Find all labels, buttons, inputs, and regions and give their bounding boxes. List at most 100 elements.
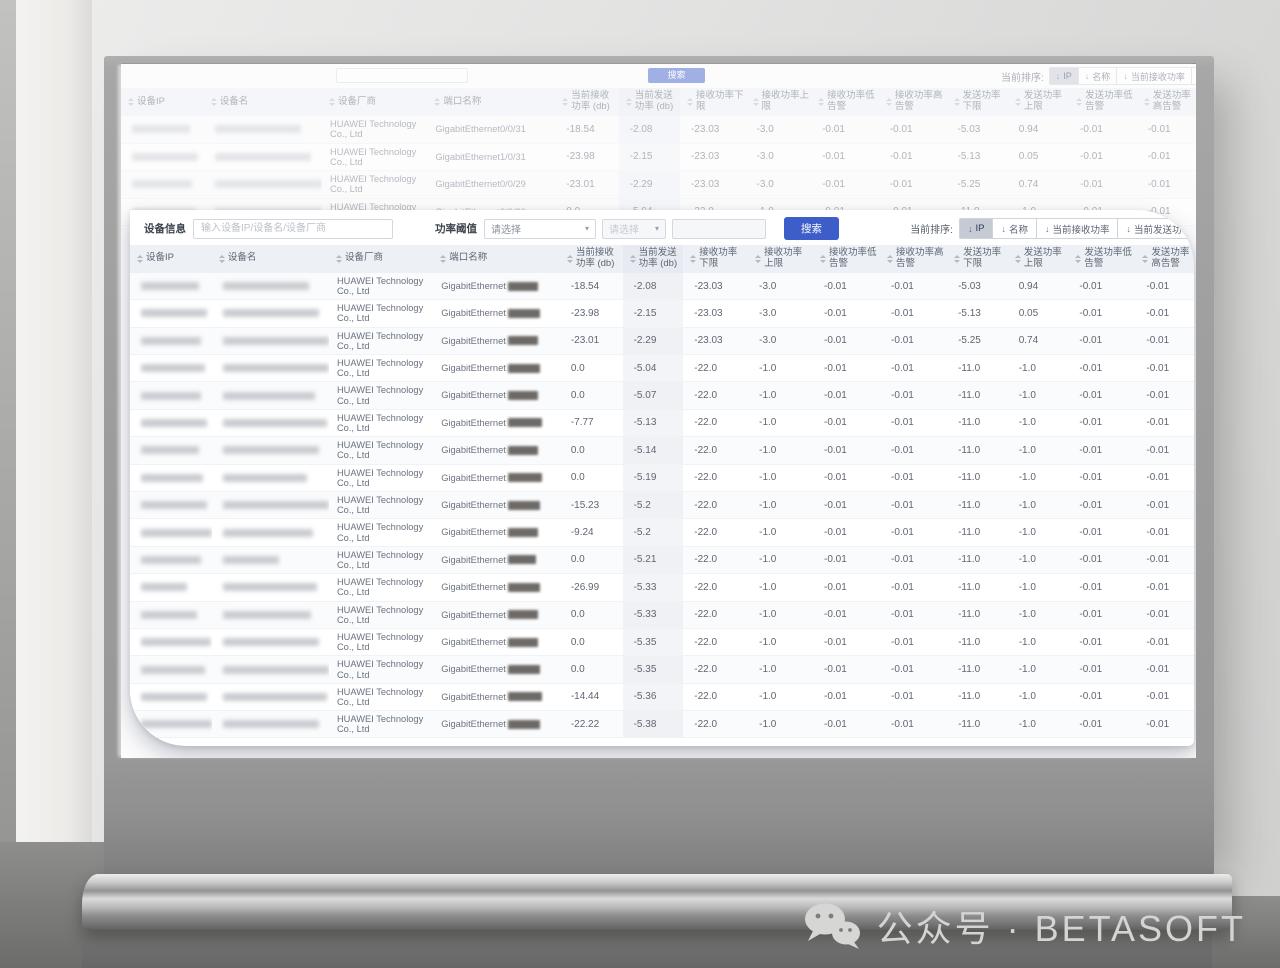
table-header: 设备IP 设备名 设备厂商端口名称当前接收功率 (db)当前发送功率 (db) 接收功… [121, 88, 1196, 116]
search-button[interactable]: 搜索 [784, 217, 839, 240]
column-header-label: 接收功率高告警 [895, 91, 945, 113]
port-cell: GigabitEthernet [433, 602, 560, 628]
vendor-cell: HUAWEI Technology Co., Ltd [329, 547, 433, 573]
sort-option-当前接收功率[interactable]: ↓当前接收功率 [1036, 219, 1118, 238]
column-header-label: 接收功率下限 [696, 91, 744, 113]
column-header[interactable]: 发送功率下限 [947, 88, 1008, 116]
redacted-ip [141, 556, 201, 564]
redacted-ip [132, 180, 192, 188]
vendor-cell: HUAWEI Technology Co., Ltd [329, 656, 433, 682]
column-header[interactable]: 发送功率高告警 [1137, 88, 1196, 116]
redacted-name [223, 282, 309, 290]
table-cell: -2.15 [619, 144, 680, 171]
table-cell-device-name [212, 328, 329, 354]
table-cell: -11.0 [947, 382, 1008, 408]
column-header[interactable]: 接收功率低告警 [813, 245, 880, 273]
table-cell: -0.01 [880, 328, 947, 354]
column-header[interactable]: 当前发送功率 (db) [619, 88, 680, 116]
sort-option-ip[interactable]: ↓IP [960, 219, 992, 238]
sort-option-当前接收功率[interactable]: ↓当前接收功率 [1116, 68, 1191, 84]
table-cell: -1.0 [748, 355, 813, 381]
column-header[interactable]: 设备名 [204, 88, 322, 116]
column-header-label: 发送功率下限 [963, 248, 1006, 270]
column-header[interactable]: 发送功率下限 [947, 245, 1008, 273]
column-header[interactable]: 当前接收功率 (db) [560, 245, 623, 273]
column-header[interactable]: 发送功率高告警 [1135, 245, 1194, 273]
redacted-port-suffix [508, 720, 540, 729]
table-cell-device-name [204, 116, 322, 143]
column-header-label: 接收功率上限 [764, 248, 811, 270]
column-header[interactable]: 接收功率上限 [746, 88, 812, 116]
table-cell: -5.03 [947, 116, 1008, 143]
vendor-cell: HUAWEI Technology Co., Ltd [329, 355, 433, 381]
redacted-ip [141, 583, 187, 591]
column-header[interactable]: 发送功率上限 [1008, 88, 1069, 116]
column-header[interactable]: 端口名称 [427, 88, 555, 116]
column-header[interactable]: 当前发送功率 (db) [623, 245, 684, 273]
column-header-label: 设备名 [220, 97, 249, 108]
column-header[interactable]: 设备厂商 [329, 245, 433, 273]
arrow-down-icon: ↓ [1123, 71, 1128, 81]
column-header[interactable]: 设备IP [121, 88, 204, 116]
sort-option-当前发送功率[interactable]: ↓当前发送功率 [1191, 68, 1196, 84]
column-header[interactable]: 接收功率高告警 [880, 245, 947, 273]
device-search-input[interactable] [193, 219, 393, 239]
column-header[interactable]: 端口名称 [433, 245, 560, 273]
table-cell-device-name [212, 382, 329, 408]
column-header[interactable]: 发送功率低告警 [1069, 88, 1137, 116]
table-cell: -23.03 [680, 116, 746, 143]
table-cell: -5.35 [623, 629, 684, 655]
table-cell: -0.01 [880, 519, 947, 545]
column-header[interactable]: 接收功率高告警 [879, 88, 947, 116]
column-header[interactable]: 接收功率低告警 [811, 88, 879, 116]
redacted-port-suffix [508, 501, 540, 510]
redacted-name [223, 693, 327, 701]
column-header[interactable]: 接收功率上限 [748, 245, 813, 273]
monitor: 搜索 当前排序: ↓IP↓名称↓当前接收功率↓当前发送功率 设备IP设备名设备厂… [104, 56, 1214, 876]
threshold-unit-select[interactable]: 请选择 ▾ [602, 219, 666, 239]
threshold-select[interactable]: 请选择 ▾ [484, 219, 596, 239]
sort-option-ip[interactable]: ↓IP [1050, 68, 1078, 84]
redacted-port-suffix [508, 364, 540, 373]
column-header[interactable]: 接收功率下限 [683, 245, 748, 273]
column-header[interactable]: 当前接收功率 (db) [555, 88, 618, 116]
table-row: HUAWEI Technology Co., LtdGigabitEtherne… [130, 410, 1194, 437]
redacted-ip [141, 611, 197, 619]
column-header[interactable]: 设备名 [212, 245, 329, 273]
table-cell: 0.05 [1008, 300, 1069, 326]
sort-caret-icon [753, 98, 759, 106]
table-cell: -0.01 [880, 602, 947, 628]
sort-option-名称[interactable]: ↓名称 [1078, 68, 1117, 84]
sort-label: 当前排序: [910, 221, 953, 236]
table-cell: -23.03 [683, 300, 748, 326]
column-header[interactable]: 发送功率上限 [1008, 245, 1069, 273]
column-header-label: 设备厂商 [345, 253, 383, 264]
redacted-port-suffix [508, 391, 538, 400]
table-row: HUAWEI Technology Co., LtdGigabitEtherne… [130, 382, 1194, 409]
port-name: GigabitEthernet [441, 582, 506, 592]
threshold-value-input[interactable] [672, 219, 766, 239]
column-header[interactable]: 设备IP [130, 245, 212, 273]
bg-sort-controls: 当前排序: ↓IP↓名称↓当前接收功率↓当前发送功率 [1001, 67, 1196, 85]
table-cell: -0.01 [880, 492, 947, 518]
table-cell: -1.0 [748, 410, 813, 436]
sort-caret-icon [1015, 98, 1021, 106]
sort-option-名称[interactable]: ↓名称 [992, 219, 1036, 238]
table-cell: -1.0 [748, 519, 813, 545]
table-cell: -23.03 [680, 144, 746, 171]
column-header[interactable]: 接收功率下限 [680, 88, 746, 116]
table-cell: -0.01 [1135, 602, 1194, 628]
wall-molding [16, 0, 92, 850]
vendor-cell: HUAWEI Technology Co., Ltd [329, 437, 433, 463]
column-header[interactable]: 设备厂商 [322, 88, 427, 116]
table-cell: 0.94 [1008, 116, 1069, 143]
column-header[interactable]: 发送功率低告警 [1068, 245, 1135, 273]
table-cell: -18.54 [560, 273, 623, 299]
table-cell: -5.33 [623, 602, 684, 628]
table-cell-device-name [204, 171, 322, 198]
sort-option-label: 名称 [1092, 70, 1110, 83]
table-cell: -11.0 [947, 519, 1008, 545]
table-cell: -0.01 [1069, 116, 1137, 143]
table-cell: -23.01 [560, 328, 623, 354]
wechat-icon [804, 903, 862, 949]
